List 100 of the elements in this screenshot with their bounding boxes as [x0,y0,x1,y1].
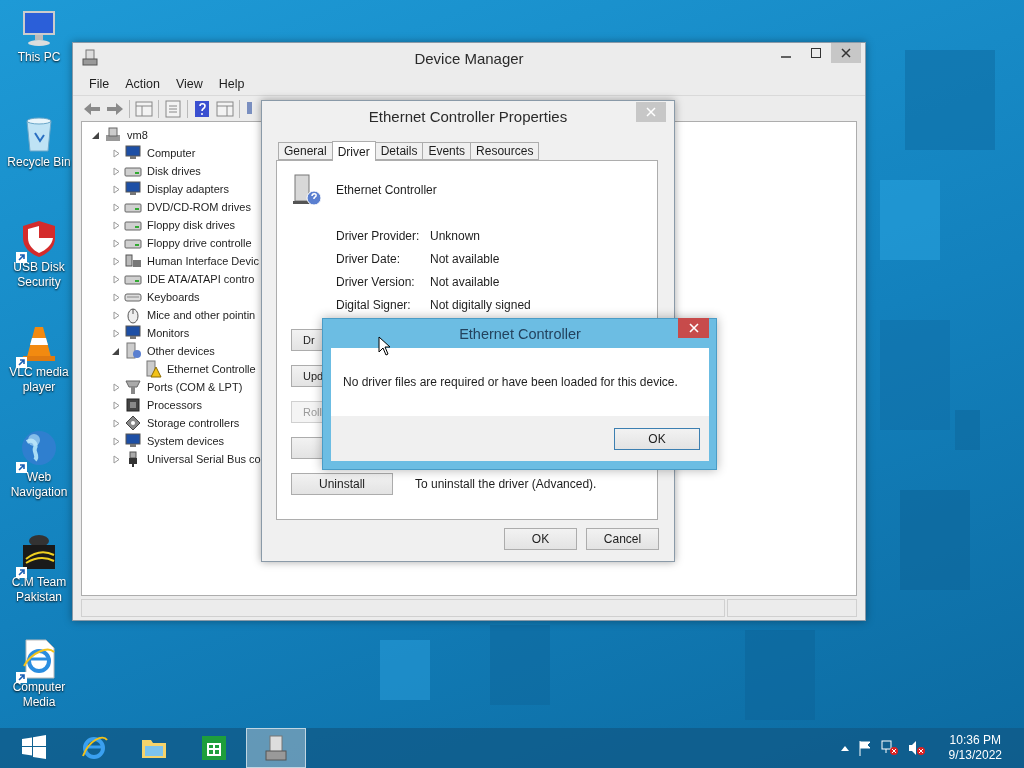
tree-item[interactable]: Human Interface Devic [147,255,259,267]
dialog-title: Ethernet Controller [459,325,581,342]
field-value: Unknown [430,229,482,244]
help-icon[interactable] [193,99,211,118]
clock-time: 10:36 PM [949,733,1001,748]
expand-arrow-icon[interactable] [112,400,121,410]
ok-button[interactable]: OK [614,427,700,450]
tab[interactable]: Resources [470,142,540,160]
field-value: Not available [430,252,501,267]
unknown-device-icon [291,173,323,207]
tab[interactable]: General [278,142,333,160]
volume-muted-icon[interactable] [907,740,926,756]
desktop-icon-label[interactable]: Computer Media [6,680,72,710]
menu-item[interactable]: File [81,77,118,91]
browser-icon [80,734,108,762]
expand-arrow-icon[interactable] [112,382,121,392]
tree-item[interactable]: Computer [147,147,196,159]
flag-icon[interactable] [857,740,872,756]
tree-item[interactable]: Ethernet Controlle [167,363,256,375]
desktop-icon-label[interactable]: VLC media player [6,365,72,395]
tree-item[interactable]: Disk drives [147,165,201,177]
expand-arrow-icon[interactable] [112,166,121,176]
field-label: Digital Signer: [336,298,412,313]
device-name: Ethernet Controller [336,183,437,197]
dialog-title: Ethernet Controller Properties [368,107,568,125]
expand-arrow-icon[interactable] [112,328,121,338]
chip-icon [124,396,142,414]
tree-item[interactable]: Floppy disk drives [147,219,236,231]
warning-device-icon [144,360,162,378]
expand-arrow-icon[interactable] [112,418,121,428]
caret-icon[interactable] [840,745,849,751]
device-manager-icon [262,734,290,762]
tree-pane-icon[interactable] [135,99,153,118]
dialog-button[interactable]: OK [504,528,577,550]
close-button[interactable] [678,318,709,338]
device-manager-icon [81,49,99,67]
tree-item[interactable]: Display adapters [147,183,229,195]
store-icon [200,734,228,762]
tree-item[interactable]: Keyboards [147,291,200,303]
clock-date: 9/13/2022 [948,748,1002,763]
tree-item[interactable]: vm8 [127,129,148,141]
menu-item[interactable]: Help [210,77,253,91]
close-button[interactable] [831,43,861,63]
tab[interactable]: Details [374,142,424,160]
properties-icon[interactable] [164,99,182,118]
action-description: To uninstall the driver (Advanced). [415,477,597,491]
field-label: Driver Version: [336,275,416,290]
field-label: Driver Date: [336,252,401,267]
clock[interactable]: 10:36 PM 9/13/2022 [948,733,1002,763]
monitor-icon [124,432,142,450]
dialog-button[interactable]: Cancel [586,528,659,550]
tab[interactable]: Driver [331,141,376,161]
expand-arrow-icon[interactable] [112,454,121,464]
menu-item[interactable]: Action [117,77,168,91]
minimize-icon [781,56,791,58]
close-icon [646,107,656,117]
expand-arrow-icon[interactable] [112,202,121,212]
network-error-icon[interactable] [880,740,899,756]
expand-arrow-icon[interactable] [112,256,121,266]
port-icon [124,378,142,396]
collapse-arrow-icon[interactable] [112,346,121,356]
tree-item[interactable]: Mice and other pointin [147,309,256,321]
tree-item[interactable]: Floppy drive controlle [147,237,252,249]
monitor-icon [124,324,142,342]
expand-arrow-icon[interactable] [112,436,121,446]
unknown-device-icon [124,342,142,360]
tree-item[interactable]: Processors [147,399,203,411]
expand-arrow-icon[interactable] [112,148,121,158]
tree-item[interactable]: Other devices [147,345,215,357]
expand-arrow-icon[interactable] [112,220,121,230]
monitor-icon [124,180,142,198]
wallpaper-square [380,640,430,700]
window-title: Device Manager [414,49,524,67]
expand-arrow-icon[interactable] [112,292,121,302]
field-value: Not available [430,275,501,290]
computer-icon [104,126,122,144]
maximize-icon [811,48,821,58]
expand-arrow-icon[interactable] [112,274,121,284]
tree-item[interactable]: DVD/CD-ROM drives [147,201,251,213]
collapse-arrow-icon[interactable] [92,130,101,140]
tree-item[interactable]: Storage controllers [147,417,240,429]
close-icon [841,48,851,58]
input-device-icon [124,252,142,270]
field-label: Driver Provider: [336,229,421,244]
tree-item[interactable]: IDE ATA/ATAPI contro [147,273,255,285]
desktop-icon-label[interactable]: Web Navigation [6,470,72,500]
tab[interactable]: Events [422,142,472,160]
tree-item[interactable]: Monitors [147,327,190,339]
controller-icon [124,414,142,432]
action-pane-icon[interactable] [216,99,234,118]
tree-item[interactable]: System devices [147,435,225,447]
tree-item[interactable]: Ports (COM & LPT) [147,381,243,393]
expand-arrow-icon[interactable] [112,310,121,320]
menu-item[interactable]: View [167,77,211,91]
expand-arrow-icon[interactable] [112,238,121,248]
driver-action-button[interactable]: Uninstall [291,473,393,495]
taskbar-button[interactable] [246,728,306,768]
message-text: No driver files are required or have been loaded for this device. [343,375,678,389]
tree-item[interactable]: Universal Serial Bus co [147,453,261,465]
expand-arrow-icon[interactable] [112,184,121,194]
